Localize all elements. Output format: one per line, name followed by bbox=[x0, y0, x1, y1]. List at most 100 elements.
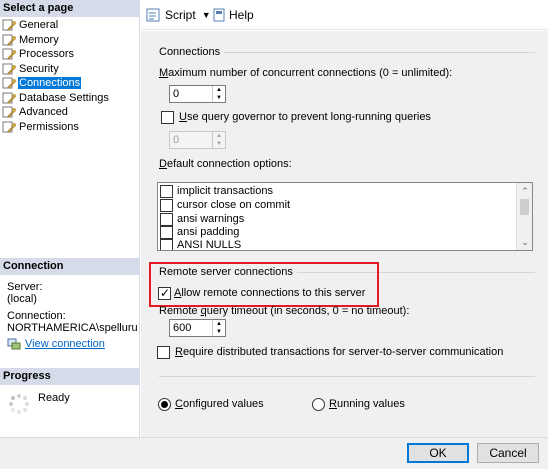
configured-values-label[interactable]: Configured values bbox=[175, 398, 264, 410]
properties-panel: Connections Maximum number of concurrent… bbox=[141, 31, 548, 437]
page-item-label: Advanced bbox=[19, 106, 68, 118]
list-item[interactable]: ANSI NULLS bbox=[160, 238, 241, 250]
option-label: ansi warnings bbox=[177, 213, 245, 225]
server-value: (local) bbox=[7, 293, 37, 305]
page-item-permissions[interactable]: Permissions bbox=[2, 120, 80, 134]
running-values-radio[interactable] bbox=[312, 398, 325, 411]
stepper-down-icon[interactable]: ▼ bbox=[213, 94, 225, 102]
option-checkbox[interactable] bbox=[160, 212, 173, 226]
wrench-page-icon bbox=[2, 92, 16, 104]
help-button[interactable]: Help bbox=[213, 7, 254, 23]
scroll-up-icon[interactable]: ⌃ bbox=[517, 183, 532, 199]
wrench-page-icon bbox=[2, 77, 16, 89]
wrench-page-icon bbox=[2, 63, 16, 75]
default-options-text: efault connection options: bbox=[166, 158, 292, 170]
options-scrollbar[interactable]: ⌃ ⌄ bbox=[516, 183, 532, 250]
dialog-button-bar: OK Cancel bbox=[0, 437, 548, 469]
query-timeout-label: Remote query timeout (in seconds, 0 = no… bbox=[159, 305, 409, 317]
script-button[interactable]: Script ▼ bbox=[146, 7, 211, 23]
max-connections-mnemonic: M bbox=[159, 67, 169, 79]
page-item-security[interactable]: Security bbox=[2, 62, 60, 76]
page-item-processors[interactable]: Processors bbox=[2, 47, 75, 61]
stepper-up-icon[interactable]: ▲ bbox=[213, 86, 225, 94]
page-item-label: Security bbox=[19, 63, 59, 75]
configured-values-radio[interactable] bbox=[158, 398, 171, 411]
query-governor-mnemonic: U bbox=[179, 111, 187, 123]
query-governor-label[interactable]: Use query governor to prevent long-runni… bbox=[179, 111, 431, 123]
stepper-down-icon[interactable]: ▼ bbox=[213, 328, 225, 336]
query-governor-stepper[interactable]: 0 ▲ ▼ bbox=[169, 131, 226, 149]
page-item-label: Permissions bbox=[19, 121, 79, 133]
scroll-thumb[interactable] bbox=[520, 199, 529, 215]
cancel-button[interactable]: Cancel bbox=[477, 443, 539, 463]
page-item-connections[interactable]: Connections bbox=[2, 76, 82, 90]
list-item[interactable]: ansi warnings bbox=[160, 212, 244, 226]
server-label: Server: bbox=[7, 281, 43, 293]
running-mnemonic: R bbox=[329, 398, 337, 410]
query-governor-text: se query governor to prevent long-runnin… bbox=[186, 111, 431, 123]
query-timeout-text-b: uery timeout (in seconds, 0 = no timeout… bbox=[206, 305, 410, 317]
view-connection-link[interactable]: View connection bbox=[7, 338, 105, 350]
view-connection-text[interactable]: View connection bbox=[25, 338, 105, 350]
help-icon bbox=[213, 8, 227, 22]
running-text: unning values bbox=[336, 398, 405, 410]
page-item-memory[interactable]: Memory bbox=[2, 33, 60, 47]
page-item-database-settings[interactable]: Database Settings bbox=[2, 91, 110, 105]
divider bbox=[159, 376, 535, 377]
option-checkbox[interactable] bbox=[160, 225, 173, 239]
wrench-page-icon bbox=[2, 19, 16, 31]
connection-properties-icon bbox=[7, 338, 21, 350]
connections-group-label: Connections bbox=[159, 46, 221, 58]
option-label: cursor close on commit bbox=[177, 199, 291, 211]
max-connections-text: aximum number of concurrent connections … bbox=[168, 67, 453, 79]
progress-status: Ready bbox=[38, 392, 70, 404]
configured-text: onfigured values bbox=[182, 398, 264, 410]
page-item-label: Processors bbox=[19, 48, 75, 60]
query-timeout-stepper[interactable]: 600 ▲ ▼ bbox=[169, 319, 226, 337]
option-checkbox[interactable] bbox=[160, 238, 173, 250]
distributed-mnemonic: R bbox=[175, 346, 183, 358]
query-governor-checkbox[interactable] bbox=[161, 111, 174, 124]
select-page-header: Select a page bbox=[0, 0, 140, 17]
distributed-text: equire distributed transactions for serv… bbox=[182, 346, 504, 358]
highlight-box bbox=[149, 262, 379, 307]
default-options-list[interactable]: implicit transactions cursor close on co… bbox=[157, 182, 533, 251]
running-values-label[interactable]: Running values bbox=[329, 398, 405, 410]
query-governor-value[interactable]: 0 bbox=[170, 132, 212, 148]
page-item-label: Database Settings bbox=[19, 92, 109, 104]
script-label: Script bbox=[165, 8, 196, 22]
default-options-label: Default connection options: bbox=[159, 158, 292, 170]
option-label: ansi padding bbox=[177, 226, 240, 238]
list-item[interactable]: ansi padding bbox=[160, 225, 239, 239]
toolbar: Script ▼ Help bbox=[141, 0, 548, 30]
default-options-mnemonic: D bbox=[159, 158, 167, 170]
connection-label: Connection: bbox=[7, 310, 66, 322]
stepper-up-icon[interactable]: ▲ bbox=[213, 320, 225, 328]
max-connections-stepper[interactable]: 0 ▲ ▼ bbox=[169, 85, 226, 103]
query-timeout-text-a: Remote bbox=[159, 305, 201, 317]
script-icon bbox=[146, 8, 162, 22]
stepper-up-icon[interactable]: ▲ bbox=[213, 132, 225, 140]
page-item-advanced[interactable]: Advanced bbox=[2, 105, 69, 119]
max-connections-label: Maximum number of concurrent connections… bbox=[159, 67, 452, 79]
list-item[interactable]: implicit transactions bbox=[160, 184, 273, 198]
left-panel: Select a page General Memory Processors … bbox=[0, 0, 140, 437]
page-item-label: Memory bbox=[19, 34, 59, 46]
query-timeout-value[interactable]: 600 bbox=[170, 320, 212, 336]
distributed-transactions-checkbox[interactable] bbox=[157, 346, 170, 359]
ok-button[interactable]: OK bbox=[407, 443, 469, 463]
option-checkbox[interactable] bbox=[160, 198, 173, 212]
stepper-down-icon[interactable]: ▼ bbox=[213, 140, 225, 148]
wrench-page-icon bbox=[2, 121, 16, 133]
connections-group-title: Connections bbox=[159, 46, 535, 58]
max-connections-value[interactable]: 0 bbox=[170, 86, 212, 102]
scroll-down-icon[interactable]: ⌄ bbox=[517, 234, 532, 250]
distributed-transactions-label[interactable]: Require distributed transactions for ser… bbox=[175, 346, 503, 358]
progress-header: Progress bbox=[0, 368, 140, 385]
dropdown-arrow-icon[interactable]: ▼ bbox=[202, 10, 211, 20]
configured-mnemonic: C bbox=[175, 398, 183, 410]
list-item[interactable]: cursor close on commit bbox=[160, 198, 290, 212]
page-item-general[interactable]: General bbox=[2, 18, 59, 32]
option-checkbox[interactable] bbox=[160, 184, 173, 198]
help-label: Help bbox=[229, 8, 254, 22]
